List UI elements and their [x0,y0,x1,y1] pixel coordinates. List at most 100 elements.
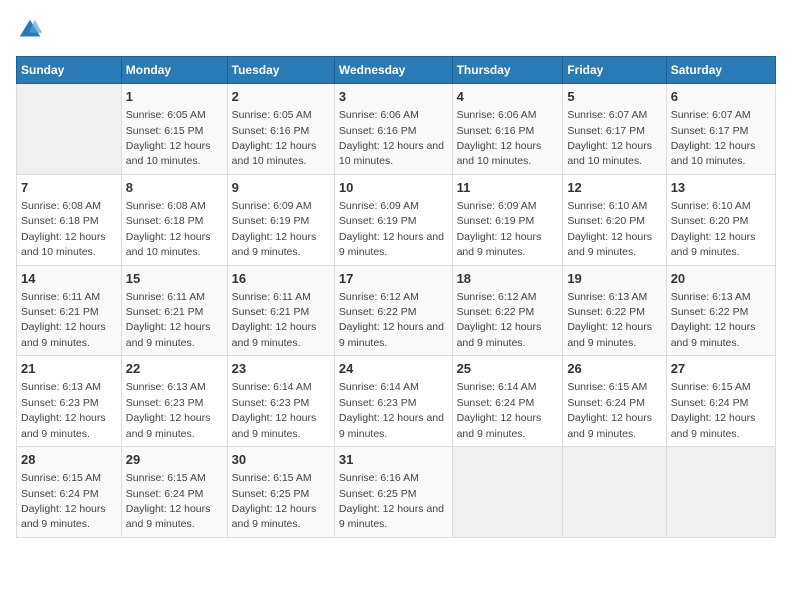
day-daylight: Daylight: 12 hours and 9 minutes. [567,321,652,348]
calendar-cell: 7 Sunrise: 6:08 AM Sunset: 6:18 PM Dayli… [17,174,122,265]
day-sunset: Sunset: 6:17 PM [567,125,645,137]
calendar-cell: 19 Sunrise: 6:13 AM Sunset: 6:22 PM Dayl… [563,265,666,356]
day-sunrise: Sunrise: 6:13 AM [21,381,101,393]
day-daylight: Daylight: 12 hours and 9 minutes. [457,412,542,439]
header-tuesday: Tuesday [227,57,334,84]
calendar-header: Sunday Monday Tuesday Wednesday Thursday… [17,57,776,84]
day-daylight: Daylight: 12 hours and 9 minutes. [339,231,444,258]
day-daylight: Daylight: 12 hours and 9 minutes. [126,412,211,439]
day-number: 26 [567,360,661,378]
calendar-cell: 23 Sunrise: 6:14 AM Sunset: 6:23 PM Dayl… [227,356,334,447]
day-sunrise: Sunrise: 6:05 AM [232,109,312,121]
calendar-cell: 12 Sunrise: 6:10 AM Sunset: 6:20 PM Dayl… [563,174,666,265]
calendar-cell: 10 Sunrise: 6:09 AM Sunset: 6:19 PM Dayl… [334,174,452,265]
calendar-cell [452,447,563,538]
day-sunset: Sunset: 6:21 PM [232,306,310,318]
day-sunset: Sunset: 6:20 PM [567,215,645,227]
day-number: 30 [232,451,330,469]
day-sunset: Sunset: 6:23 PM [339,397,417,409]
logo [16,16,48,44]
day-sunrise: Sunrise: 6:11 AM [21,291,100,303]
day-number: 24 [339,360,448,378]
day-sunset: Sunset: 6:19 PM [232,215,310,227]
day-sunset: Sunset: 6:16 PM [232,125,310,137]
day-daylight: Daylight: 12 hours and 9 minutes. [21,503,106,530]
day-sunset: Sunset: 6:24 PM [671,397,749,409]
calendar-cell: 22 Sunrise: 6:13 AM Sunset: 6:23 PM Dayl… [121,356,227,447]
day-daylight: Daylight: 12 hours and 9 minutes. [671,412,756,439]
day-daylight: Daylight: 12 hours and 9 minutes. [457,321,542,348]
day-sunrise: Sunrise: 6:05 AM [126,109,206,121]
calendar-cell [17,84,122,175]
day-sunset: Sunset: 6:23 PM [21,397,99,409]
calendar-cell: 2 Sunrise: 6:05 AM Sunset: 6:16 PM Dayli… [227,84,334,175]
day-number: 16 [232,270,330,288]
day-daylight: Daylight: 12 hours and 10 minutes. [21,231,106,258]
calendar-cell: 9 Sunrise: 6:09 AM Sunset: 6:19 PM Dayli… [227,174,334,265]
calendar-cell: 25 Sunrise: 6:14 AM Sunset: 6:24 PM Dayl… [452,356,563,447]
day-sunrise: Sunrise: 6:08 AM [21,200,101,212]
day-daylight: Daylight: 12 hours and 10 minutes. [339,140,444,167]
day-number: 14 [21,270,117,288]
day-sunset: Sunset: 6:24 PM [567,397,645,409]
calendar-cell: 5 Sunrise: 6:07 AM Sunset: 6:17 PM Dayli… [563,84,666,175]
day-sunrise: Sunrise: 6:09 AM [457,200,537,212]
calendar-week-row: 1 Sunrise: 6:05 AM Sunset: 6:15 PM Dayli… [17,84,776,175]
header-row: Sunday Monday Tuesday Wednesday Thursday… [17,57,776,84]
day-sunrise: Sunrise: 6:12 AM [457,291,537,303]
calendar-cell: 31 Sunrise: 6:16 AM Sunset: 6:25 PM Dayl… [334,447,452,538]
calendar-cell: 27 Sunrise: 6:15 AM Sunset: 6:24 PM Dayl… [666,356,775,447]
day-sunset: Sunset: 6:25 PM [232,488,310,500]
calendar-cell: 28 Sunrise: 6:15 AM Sunset: 6:24 PM Dayl… [17,447,122,538]
calendar-cell: 11 Sunrise: 6:09 AM Sunset: 6:19 PM Dayl… [452,174,563,265]
calendar-cell: 24 Sunrise: 6:14 AM Sunset: 6:23 PM Dayl… [334,356,452,447]
day-daylight: Daylight: 12 hours and 9 minutes. [232,231,317,258]
calendar-cell: 20 Sunrise: 6:13 AM Sunset: 6:22 PM Dayl… [666,265,775,356]
day-sunrise: Sunrise: 6:14 AM [339,381,419,393]
day-sunset: Sunset: 6:23 PM [126,397,204,409]
calendar-cell: 26 Sunrise: 6:15 AM Sunset: 6:24 PM Dayl… [563,356,666,447]
day-sunset: Sunset: 6:24 PM [457,397,535,409]
day-number: 27 [671,360,771,378]
day-number: 28 [21,451,117,469]
day-daylight: Daylight: 12 hours and 9 minutes. [21,321,106,348]
calendar-cell: 8 Sunrise: 6:08 AM Sunset: 6:18 PM Dayli… [121,174,227,265]
day-sunset: Sunset: 6:24 PM [21,488,99,500]
calendar-cell: 15 Sunrise: 6:11 AM Sunset: 6:21 PM Dayl… [121,265,227,356]
day-sunset: Sunset: 6:19 PM [339,215,417,227]
day-number: 4 [457,88,559,106]
calendar-cell: 14 Sunrise: 6:11 AM Sunset: 6:21 PM Dayl… [17,265,122,356]
day-number: 9 [232,179,330,197]
calendar-week-row: 14 Sunrise: 6:11 AM Sunset: 6:21 PM Dayl… [17,265,776,356]
calendar-cell [563,447,666,538]
day-number: 20 [671,270,771,288]
day-sunrise: Sunrise: 6:13 AM [567,291,647,303]
day-number: 3 [339,88,448,106]
day-sunset: Sunset: 6:21 PM [126,306,204,318]
calendar-cell: 6 Sunrise: 6:07 AM Sunset: 6:17 PM Dayli… [666,84,775,175]
day-number: 5 [567,88,661,106]
day-sunrise: Sunrise: 6:06 AM [457,109,537,121]
day-sunset: Sunset: 6:22 PM [567,306,645,318]
day-number: 1 [126,88,223,106]
day-daylight: Daylight: 12 hours and 10 minutes. [232,140,317,167]
day-sunrise: Sunrise: 6:11 AM [126,291,205,303]
day-sunset: Sunset: 6:23 PM [232,397,310,409]
header-monday: Monday [121,57,227,84]
day-sunset: Sunset: 6:22 PM [457,306,535,318]
calendar-cell: 21 Sunrise: 6:13 AM Sunset: 6:23 PM Dayl… [17,356,122,447]
day-number: 15 [126,270,223,288]
calendar-cell: 29 Sunrise: 6:15 AM Sunset: 6:24 PM Dayl… [121,447,227,538]
logo-icon [16,16,44,44]
day-sunrise: Sunrise: 6:14 AM [232,381,312,393]
day-daylight: Daylight: 12 hours and 9 minutes. [567,412,652,439]
day-number: 11 [457,179,559,197]
calendar-cell: 17 Sunrise: 6:12 AM Sunset: 6:22 PM Dayl… [334,265,452,356]
day-sunset: Sunset: 6:20 PM [671,215,749,227]
day-daylight: Daylight: 12 hours and 9 minutes. [457,231,542,258]
day-sunset: Sunset: 6:19 PM [457,215,535,227]
day-number: 6 [671,88,771,106]
day-number: 2 [232,88,330,106]
day-daylight: Daylight: 12 hours and 10 minutes. [126,231,211,258]
day-daylight: Daylight: 12 hours and 9 minutes. [671,321,756,348]
